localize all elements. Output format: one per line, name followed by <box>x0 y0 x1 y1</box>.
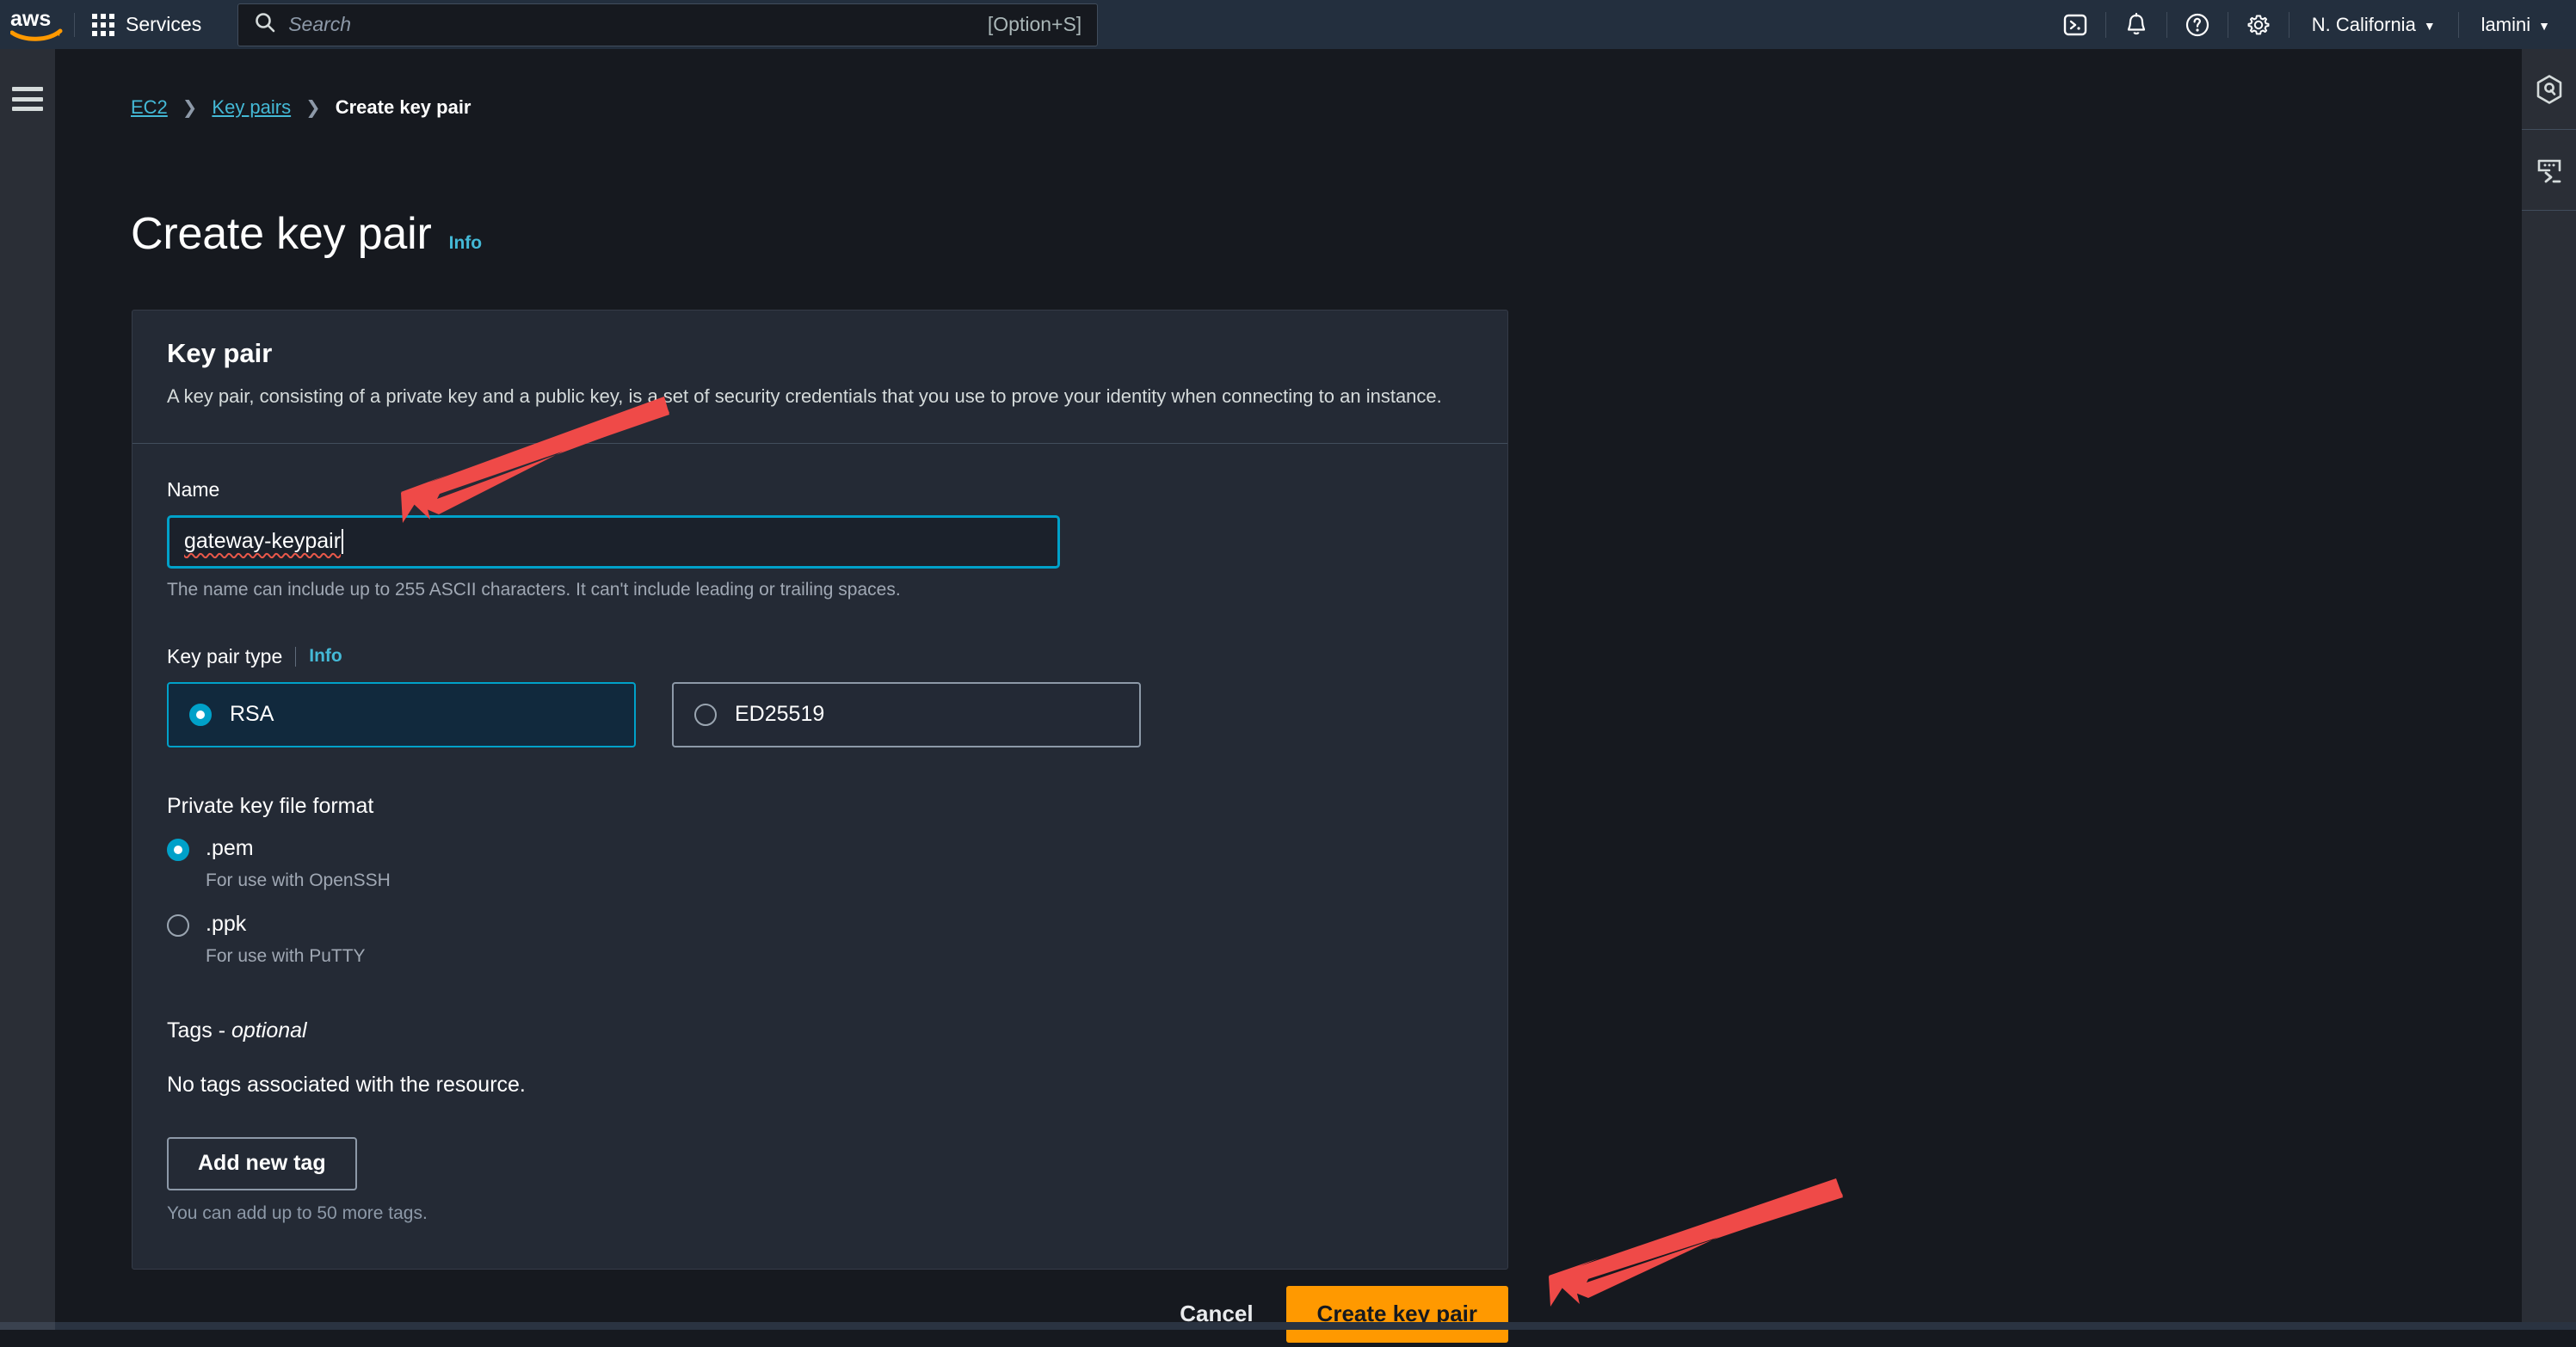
private-key-format-option-ppk[interactable]: .ppk For use with PuTTY <box>167 913 1473 967</box>
label-separator <box>295 647 296 667</box>
radio-unselected-icon <box>167 914 189 937</box>
card-description: A key pair, consisting of a private key … <box>167 383 1473 410</box>
breadcrumb-separator: ❯ <box>305 97 321 119</box>
services-menu-button[interactable]: Services <box>75 0 220 49</box>
notifications-bell-icon[interactable] <box>2106 0 2166 49</box>
left-rail <box>0 49 55 1330</box>
sidebar-toggle-hamburger-icon[interactable] <box>12 87 43 111</box>
main-content: EC2 ❯ Key pairs ❯ Create key pair Create… <box>55 49 2521 1330</box>
private-key-format-label: Private key file format <box>167 794 1473 819</box>
tags-label: Tags - <box>167 1018 231 1043</box>
name-field-label: Name <box>167 478 1473 501</box>
svg-text:aws: aws <box>10 8 51 31</box>
radio-selected-icon <box>189 704 212 726</box>
key-pair-card: Key pair A key pair, consisting of a pri… <box>132 310 1508 1270</box>
top-navigation-bar: aws Services Search [Option+S] <box>0 0 2576 49</box>
nav-right-group: N. California ▼ lamini ▼ <box>2045 0 2576 49</box>
tags-limit-note: You can add up to 50 more tags. <box>167 1203 1473 1224</box>
page-title-row: Create key pair Info <box>131 208 482 260</box>
breadcrumb: EC2 ❯ Key pairs ❯ Create key pair <box>131 96 471 119</box>
radio-selected-icon <box>167 839 189 861</box>
search-icon <box>254 11 276 38</box>
services-label: Services <box>126 13 201 36</box>
region-label: N. California <box>2312 14 2416 36</box>
tags-optional-label: optional <box>231 1018 307 1043</box>
search-shortcut-hint: [Option+S] <box>988 13 1082 36</box>
account-label: lamini <box>2481 14 2530 36</box>
grid-apps-icon <box>92 14 114 36</box>
form-action-row: Cancel Create key pair <box>132 1281 1508 1347</box>
key-pair-type-options: RSA ED25519 <box>167 682 1473 747</box>
text-cursor <box>342 529 343 554</box>
private-key-format-pem-sub: For use with OpenSSH <box>206 870 391 891</box>
breadcrumb-item-current: Create key pair <box>336 96 471 119</box>
card-title: Key pair <box>167 338 1473 369</box>
key-pair-type-option-ed25519-label: ED25519 <box>735 702 824 727</box>
add-new-tag-button[interactable]: Add new tag <box>167 1137 357 1190</box>
private-key-format-ppk-label: .ppk <box>206 912 246 936</box>
key-pair-name-input[interactable]: gateway-keypair <box>167 515 1060 569</box>
bottom-strip-left-segment <box>0 1322 55 1330</box>
key-pair-type-option-rsa-label: RSA <box>230 702 274 727</box>
name-help-text: The name can include up to 255 ASCII cha… <box>167 580 1473 600</box>
page-info-link[interactable]: Info <box>449 233 482 254</box>
chevron-down-icon: ▼ <box>2538 20 2550 32</box>
aws-logo[interactable]: aws <box>0 0 74 49</box>
create-key-pair-button[interactable]: Create key pair <box>1286 1286 1508 1343</box>
key-pair-type-option-rsa[interactable]: RSA <box>167 682 636 747</box>
card-body: Name gateway-keypair The name can includ… <box>132 444 1507 1269</box>
bottom-status-strip <box>0 1322 2576 1330</box>
key-pair-type-label-text: Key pair type <box>167 645 282 668</box>
search-placeholder: Search <box>288 13 988 36</box>
radio-unselected-icon <box>694 704 717 726</box>
global-search-input[interactable]: Search [Option+S] <box>237 3 1098 46</box>
amazon-q-hex-icon[interactable] <box>2522 49 2576 130</box>
breadcrumb-item-ec2[interactable]: EC2 <box>131 96 168 119</box>
right-rail <box>2521 49 2576 1330</box>
key-pair-type-label: Key pair type Info <box>167 645 1473 668</box>
page-title: Create key pair <box>131 208 432 260</box>
cloudshell-icon[interactable] <box>2045 0 2105 49</box>
cloudshell-terminal-icon[interactable] <box>2522 130 2576 211</box>
help-question-icon[interactable] <box>2167 0 2228 49</box>
account-menu[interactable]: lamini ▼ <box>2459 0 2576 49</box>
cancel-button[interactable]: Cancel <box>1156 1288 1277 1341</box>
private-key-format-ppk-sub: For use with PuTTY <box>206 946 366 967</box>
key-pair-type-info-link[interactable]: Info <box>309 646 342 667</box>
key-pair-type-option-ed25519[interactable]: ED25519 <box>672 682 1141 747</box>
chevron-down-icon: ▼ <box>2424 20 2436 32</box>
settings-gear-icon[interactable] <box>2228 0 2289 49</box>
private-key-format-pem-label: .pem <box>206 836 254 860</box>
name-label-text: Name <box>167 478 219 501</box>
tags-section-title: Tags - optional <box>167 1018 1473 1043</box>
name-input-value: gateway-keypair <box>184 529 341 554</box>
region-selector[interactable]: N. California ▼ <box>2289 0 2458 49</box>
private-key-format-option-pem[interactable]: .pem For use with OpenSSH <box>167 838 1473 891</box>
breadcrumb-separator: ❯ <box>182 97 198 119</box>
tags-empty-message: No tags associated with the resource. <box>167 1073 1473 1098</box>
breadcrumb-item-key-pairs[interactable]: Key pairs <box>212 96 291 119</box>
card-header: Key pair A key pair, consisting of a pri… <box>132 311 1507 443</box>
